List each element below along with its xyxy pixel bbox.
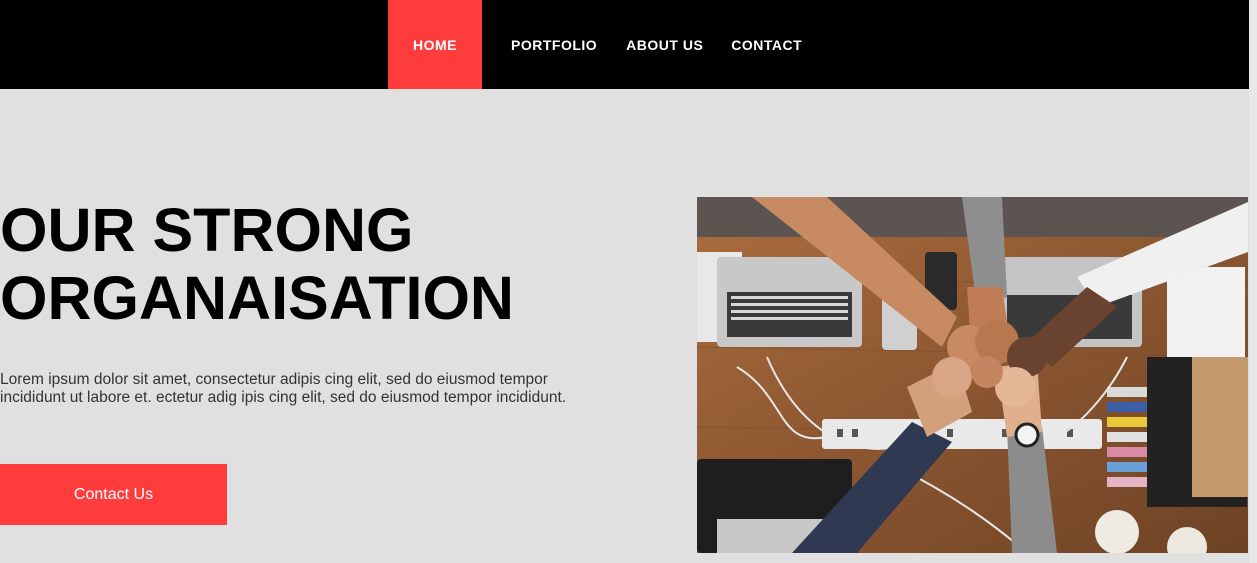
- hero-title-line-1: OUR STRONG: [0, 196, 414, 264]
- nav-item-portfolio[interactable]: PORTFOLIO: [511, 0, 597, 89]
- nav-item-home[interactable]: HOME: [388, 0, 482, 89]
- nav-menu: HOME PORTFOLIO ABOUT US CONTACT: [388, 0, 828, 89]
- hero-title-line-2: ORGANAISATION: [0, 264, 514, 332]
- contact-us-button[interactable]: Contact Us: [0, 464, 227, 525]
- top-navbar: HOME PORTFOLIO ABOUT US CONTACT: [0, 0, 1249, 89]
- hero-description-line-1: Lorem ipsum dolor sit amet, consectetur …: [0, 371, 548, 388]
- nav-item-contact[interactable]: CONTACT: [731, 0, 828, 89]
- nav-item-about-us[interactable]: ABOUT US: [626, 0, 703, 89]
- hero-description-line-2: incididunt ut labore et. ectetur adig ip…: [0, 389, 567, 406]
- hero-description: Lorem ipsum dolor sit amet, consectetur …: [0, 371, 600, 407]
- page-scrollbar[interactable]: [1249, 0, 1257, 563]
- hero-image: [697, 197, 1248, 553]
- team-fist-bump-photo: [697, 197, 1248, 553]
- hero-title: OUR STRONG ORGANAISATION: [0, 196, 560, 332]
